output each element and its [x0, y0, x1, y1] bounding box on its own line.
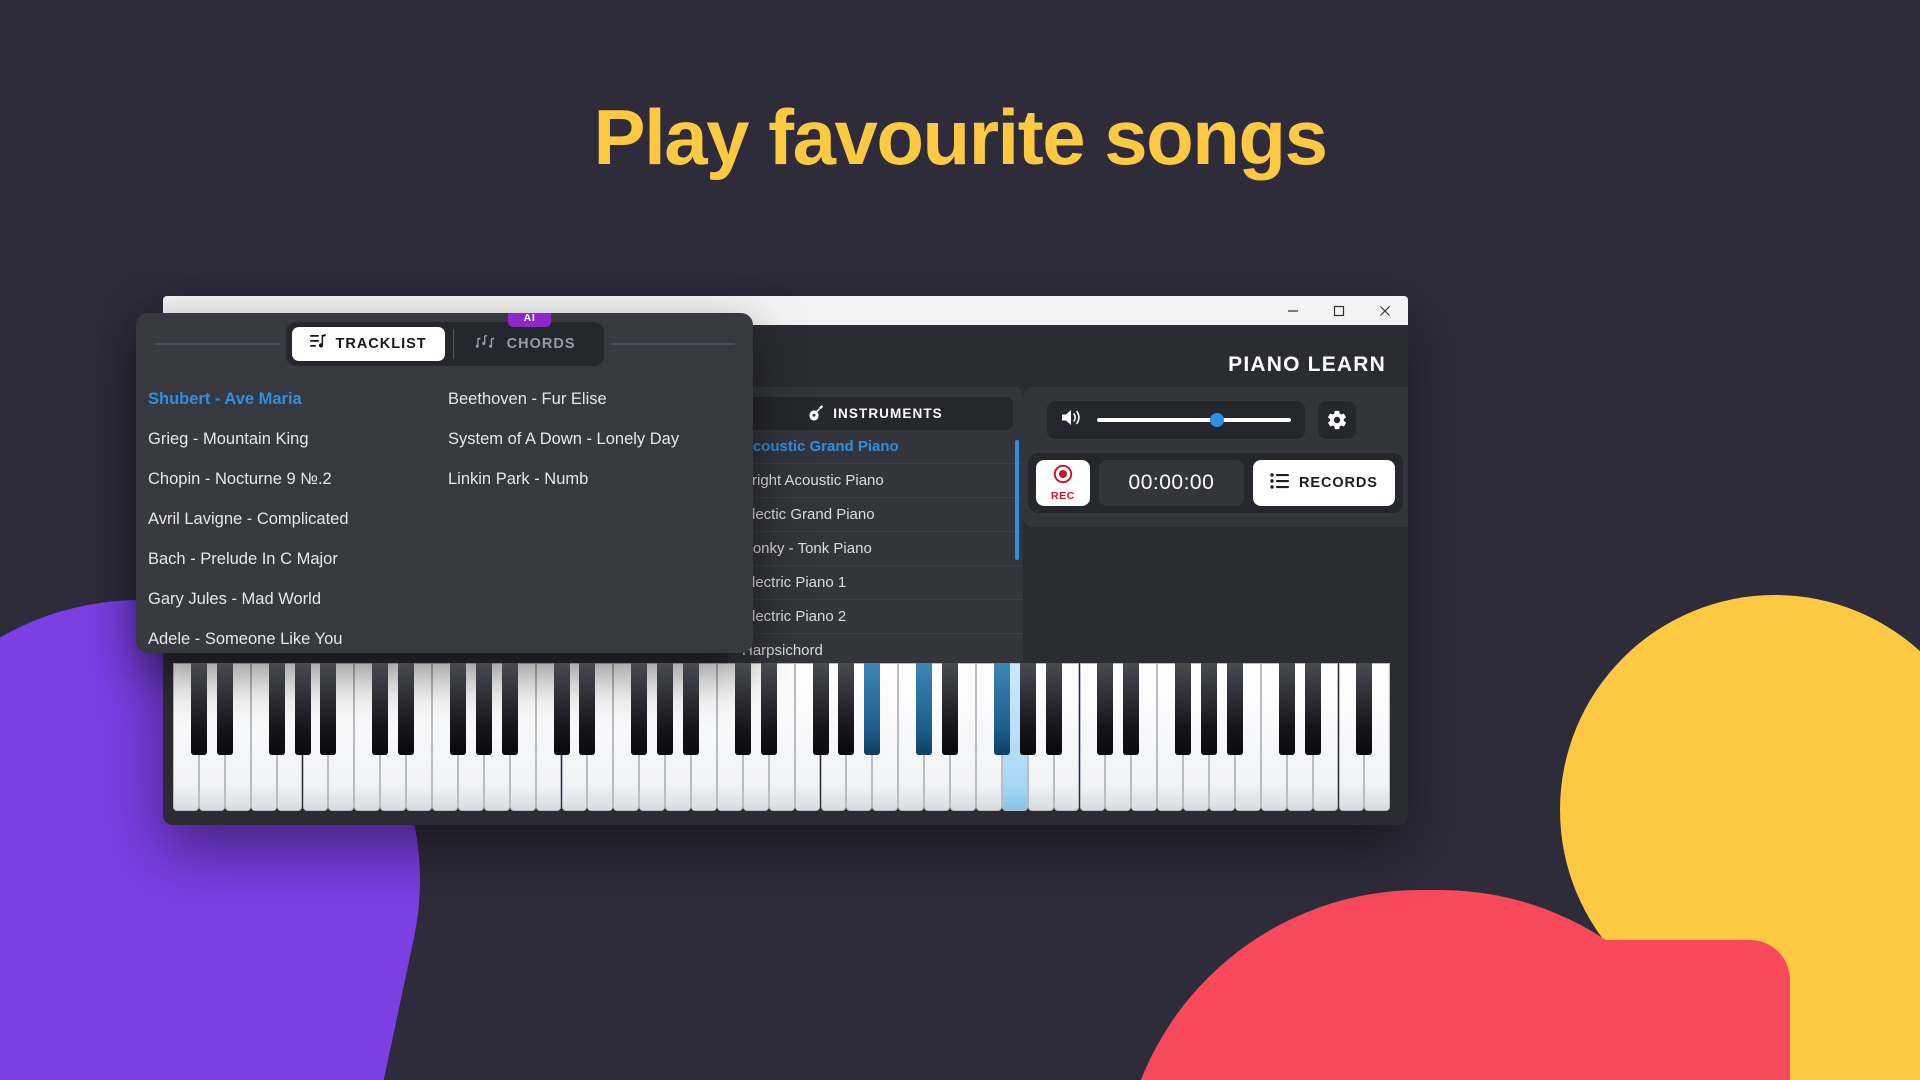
piano-black-key[interactable] [294, 663, 311, 755]
app-brand-title: PIANO LEARN [1228, 353, 1386, 376]
instruments-panel: INSTRUMENTS Acoustic Grand Piano Bright A… [728, 387, 1023, 671]
piano-black-key[interactable] [1304, 663, 1321, 755]
tracklist-tabbar: TRACKLIST AI CHORDS [136, 313, 753, 375]
instrument-item[interactable]: Electric Piano 1 [728, 566, 1023, 600]
piano-black-key[interactable] [916, 663, 933, 755]
track-column: Shubert - Ave Maria Grieg - Mountain King… [148, 379, 448, 653]
piano-black-key[interactable] [1097, 663, 1114, 755]
tab-rule-left [154, 343, 280, 345]
tab-group: TRACKLIST AI CHORDS [285, 313, 604, 366]
track-item[interactable]: Grieg - Mountain King [148, 419, 448, 459]
minimize-icon[interactable] [1270, 296, 1316, 325]
piano-black-key[interactable] [449, 663, 466, 755]
piano-black-key[interactable] [1019, 663, 1036, 755]
track-item[interactable]: Gary Jules - Mad World [148, 579, 448, 619]
record-button-label: REC [1050, 490, 1075, 502]
piano-black-key[interactable] [501, 663, 518, 755]
tracklist-panel: TRACKLIST AI CHORDS Shubert - Ave Maria … [136, 313, 753, 653]
piano-black-key[interactable] [993, 663, 1010, 755]
volume-thumb[interactable] [1210, 413, 1225, 427]
instruments-tab-label: INSTRUMENTS [833, 406, 943, 421]
list-icon [1270, 473, 1290, 493]
instruments-scrollbar[interactable] [1015, 440, 1019, 560]
instruments-list[interactable]: Acoustic Grand Piano Bright Acoustic Pian… [728, 430, 1023, 668]
piano-black-key[interactable] [1201, 663, 1217, 755]
instrument-item[interactable]: Honky - Tonk Piano [728, 532, 1023, 566]
tracklist-icon [309, 334, 327, 354]
piano-black-key[interactable] [1175, 663, 1192, 755]
volume-track[interactable] [1097, 413, 1291, 427]
tab-divider [452, 329, 454, 359]
records-button[interactable]: RECORDS [1252, 460, 1395, 506]
poster-canvas: Play favourite songs PIANO LEARN INSTRUM… [0, 0, 1920, 1080]
piano-black-key[interactable] [812, 663, 829, 755]
instrument-item[interactable]: Electric Piano 2 [728, 600, 1023, 634]
track-item[interactable]: Bach - Prelude In C Major [148, 539, 448, 579]
piano-black-key[interactable] [320, 663, 337, 755]
close-icon[interactable] [1362, 296, 1408, 325]
piano-black-key[interactable] [475, 663, 492, 755]
tab-chords[interactable]: AI CHORDS [462, 313, 598, 361]
tab-tracklist-label: TRACKLIST [335, 336, 427, 352]
tab-tracklist[interactable]: TRACKLIST [291, 327, 445, 361]
maximize-icon[interactable] [1316, 296, 1362, 325]
track-columns: Shubert - Ave Maria Grieg - Mountain King… [136, 375, 753, 653]
record-circle-icon [1053, 464, 1073, 489]
tab-chords-label: CHORDS [506, 336, 576, 352]
track-item[interactable]: Shubert - Ave Maria [148, 379, 448, 419]
track-item[interactable]: Chopin - Nocturne 9 №.2 [148, 459, 448, 499]
piano-black-key[interactable] [398, 663, 415, 755]
gear-icon[interactable] [1318, 401, 1356, 439]
piano-black-key[interactable] [683, 663, 699, 755]
piano-black-key[interactable] [1226, 663, 1243, 755]
page-title: Play favourite songs [593, 93, 1328, 181]
record-button[interactable]: REC [1036, 460, 1090, 506]
track-item[interactable]: System of A Down - Lonely Day [448, 419, 748, 459]
ai-badge: AI [507, 313, 552, 327]
piano-black-key[interactable] [268, 663, 285, 755]
piano-keyboard[interactable] [173, 663, 1398, 811]
track-item[interactable]: Adele - Someone Like You [148, 619, 448, 653]
piano-black-key[interactable] [864, 663, 881, 755]
piano-black-key[interactable] [734, 663, 751, 755]
music-notes-icon [475, 334, 498, 354]
track-item[interactable]: Linkin Park - Numb [448, 459, 748, 499]
right-controls-card: REC 00:00:00 RECORDS [1023, 387, 1408, 527]
piano-black-key[interactable] [216, 663, 233, 755]
records-button-label: RECORDS [1299, 475, 1378, 491]
recorder-toolbar: REC 00:00:00 RECORDS [1028, 453, 1403, 513]
guitar-icon [808, 404, 824, 424]
piano-black-key[interactable] [1356, 663, 1373, 755]
instrument-item[interactable]: Electic Grand Piano [728, 498, 1023, 532]
track-item[interactable]: Avril Lavigne - Complicated [148, 499, 448, 539]
piano-black-key[interactable] [372, 663, 389, 755]
piano-black-key[interactable] [631, 663, 648, 755]
piano-black-key[interactable] [190, 663, 207, 755]
tab-instruments[interactable]: INSTRUMENTS [738, 397, 1013, 430]
piano-black-key[interactable] [1123, 663, 1140, 755]
piano-black-key[interactable] [553, 663, 570, 755]
piano-black-key[interactable] [1278, 663, 1295, 755]
volume-slider[interactable] [1047, 401, 1305, 439]
record-timer: 00:00:00 [1098, 460, 1244, 506]
instrument-item[interactable]: Bright Acoustic Piano [728, 464, 1023, 498]
piano-black-key[interactable] [1045, 663, 1062, 755]
piano-black-key[interactable] [579, 663, 596, 755]
piano-black-key[interactable] [838, 663, 855, 755]
piano-black-key[interactable] [760, 663, 777, 755]
speaker-icon[interactable] [1061, 408, 1083, 432]
piano-black-key[interactable] [657, 663, 674, 755]
track-column: Beethoven - Fur Elise System of A Down - … [448, 379, 748, 653]
tab-rule-right [609, 343, 736, 345]
piano-black-key[interactable] [942, 663, 958, 755]
instrument-item[interactable]: Acoustic Grand Piano [728, 430, 1023, 464]
track-item[interactable]: Beethoven - Fur Elise [448, 379, 748, 419]
